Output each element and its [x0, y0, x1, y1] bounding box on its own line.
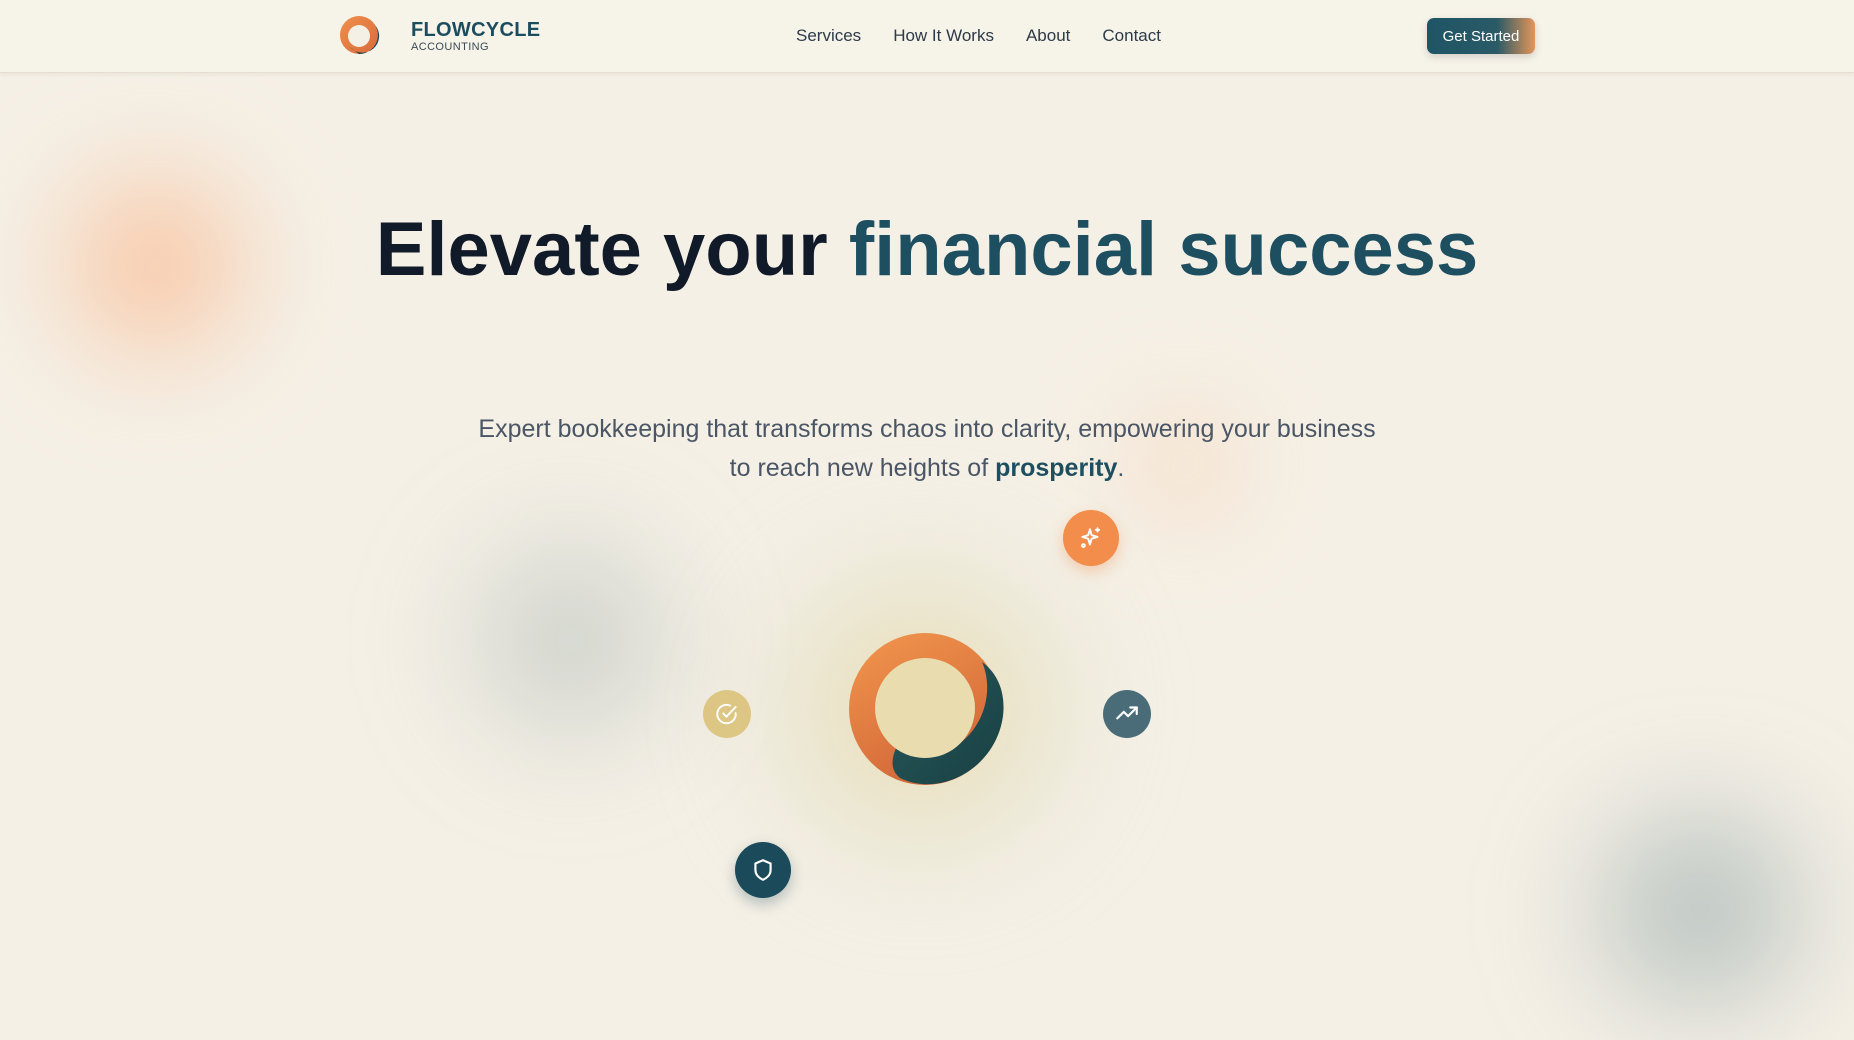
hero-title: Elevate your financial success: [0, 205, 1854, 295]
flowcycle-logo-icon: [340, 16, 380, 54]
main-nav: Services How It Works About Contact: [796, 26, 1161, 46]
nav-link-services[interactable]: Services: [796, 26, 861, 46]
get-started-button[interactable]: Get Started: [1427, 18, 1535, 54]
background-blob-teal: [1520, 780, 1854, 1040]
background-blob-gray: [420, 490, 720, 790]
hero-title-lead: Elevate your: [375, 207, 849, 292]
hero-subtitle-emphasis: prosperity: [995, 454, 1118, 482]
hero-title-accent: financial success: [848, 207, 1479, 292]
shield-icon: [735, 842, 791, 898]
sparkle-icon: [1063, 510, 1119, 566]
nav-link-how-it-works[interactable]: How It Works: [893, 26, 994, 46]
nav-link-about[interactable]: About: [1026, 26, 1070, 46]
brand-name: FLOWCYCLE: [411, 19, 541, 41]
check-circle-icon: [703, 690, 751, 738]
hero-subtitle: Expert bookkeeping that transforms chaos…: [477, 410, 1377, 488]
trending-up-icon: [1103, 690, 1151, 738]
flowcycle-ring-logo-icon: [849, 633, 1004, 785]
nav-link-contact[interactable]: Contact: [1102, 26, 1161, 46]
hero-subtitle-end: .: [1117, 454, 1125, 482]
brand-subtitle: ACCOUNTING: [411, 41, 489, 53]
hero-subtitle-text: Expert bookkeeping that transforms chaos…: [478, 415, 1376, 482]
brand-logo-link[interactable]: FLOWCYCLE ACCOUNTING: [338, 14, 540, 56]
site-header: FLOWCYCLE ACCOUNTING Services How It Wor…: [0, 0, 1854, 73]
brand-wordmark: FLOWCYCLE ACCOUNTING: [411, 19, 540, 54]
